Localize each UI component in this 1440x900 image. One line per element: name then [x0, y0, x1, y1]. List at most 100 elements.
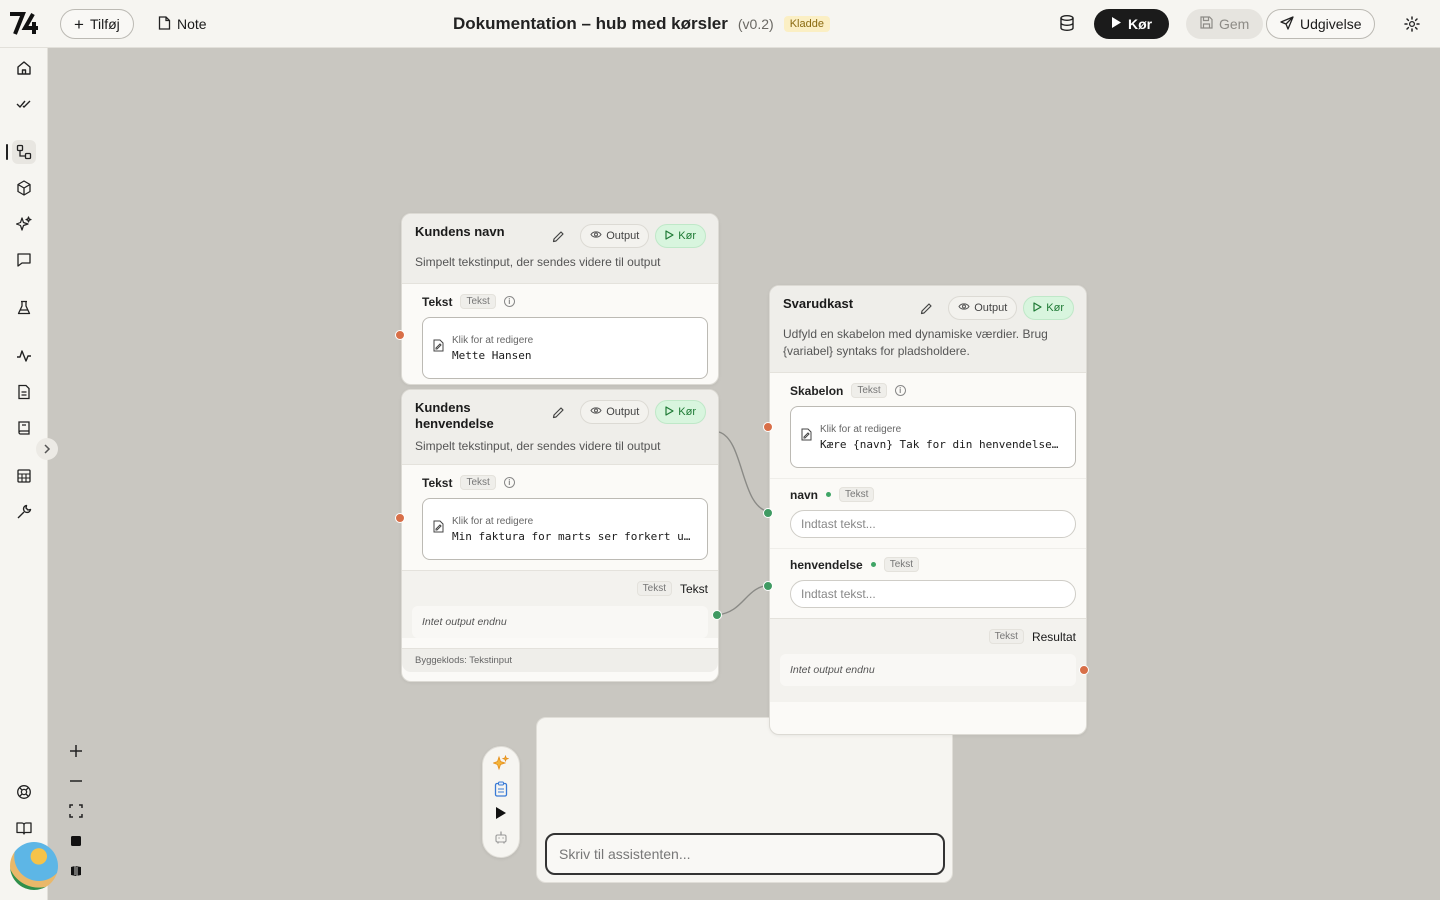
input-port[interactable]	[395, 513, 405, 523]
add-button-label: Tilføj	[89, 16, 120, 32]
input-port[interactable]	[395, 330, 405, 340]
top-bar: + Tilføj Note Dokumentation – hub med kø…	[0, 0, 1440, 48]
plus-icon: +	[74, 14, 84, 34]
text-field: Tekst Tekst i Klik for at redigere Min f…	[402, 465, 718, 570]
info-icon[interactable]: i	[503, 477, 515, 488]
check-icon[interactable]	[12, 92, 36, 116]
output-port[interactable]	[1079, 665, 1089, 675]
template-value: Kære {navn} Tak for din henvendelse…	[820, 437, 1059, 451]
run-label: Kør	[678, 230, 696, 242]
zoom-in-icon[interactable]	[60, 736, 92, 766]
node-description: Simpelt tekstinput, der sendes videre ti…	[415, 255, 661, 269]
output-label: Output	[606, 230, 640, 242]
variable-field-henvendelse: henvendelse Tekst Indtast tekst...	[770, 548, 1086, 618]
node-title[interactable]: Kundens henvendelse	[415, 400, 525, 432]
play-icon[interactable]	[495, 806, 507, 825]
file-edit-icon	[433, 339, 444, 357]
book-icon[interactable]	[12, 416, 36, 440]
robot-icon[interactable]	[494, 830, 508, 849]
node-customer-inquiry[interactable]: Kundens henvendelse Output Kør Simpelt t…	[395, 389, 722, 682]
assistant-panel: Skriv til assistenten...	[536, 717, 953, 883]
edit-hint: Klik for at redigere	[820, 423, 902, 435]
field-value: Min faktura for marts ser forkert u…	[452, 529, 691, 543]
sidebar-expand-chevron-icon[interactable]	[36, 438, 58, 460]
stop-icon[interactable]	[60, 826, 92, 856]
sparkles-icon[interactable]	[492, 755, 510, 776]
no-output-text: Intet output endnu	[780, 654, 1076, 686]
node-header: Kundens navn Output Kør Simpelt tekstinp…	[402, 214, 718, 284]
sparkles-icon[interactable]	[12, 212, 36, 236]
template-edit-box[interactable]: Klik for at redigere Kære {navn} Tak for…	[790, 406, 1076, 468]
lifebuoy-icon[interactable]	[12, 780, 36, 804]
info-icon[interactable]: i	[503, 296, 515, 307]
connected-dot-icon	[826, 492, 832, 497]
henvendelse-input-port[interactable]	[763, 581, 773, 591]
field-label: Skabelon	[790, 383, 844, 398]
variable-label: navn	[790, 487, 819, 502]
page-title[interactable]: Dokumentation – hub med kørsler	[453, 14, 728, 34]
eye-icon	[590, 230, 602, 242]
send-icon	[1280, 15, 1294, 33]
edit-pencil-icon[interactable]	[916, 298, 936, 318]
template-input-port[interactable]	[763, 422, 773, 432]
settings-gear-icon[interactable]	[1402, 14, 1422, 34]
chat-icon[interactable]	[12, 248, 36, 272]
publish-button[interactable]: Udgivelse	[1266, 9, 1376, 39]
text-edit-box[interactable]: Klik for at redigere Mette Hansen	[422, 317, 708, 379]
node-description: Udfyld en skabelon med dynamiske værdier…	[783, 327, 1048, 358]
output-toggle-button[interactable]: Output	[948, 296, 1018, 320]
assistant-toolbar	[482, 746, 520, 858]
add-button[interactable]: + Tilføj	[60, 9, 134, 39]
note-button[interactable]: Note	[144, 9, 221, 39]
minimap-icon[interactable]	[60, 856, 92, 886]
node-customer-name[interactable]: Kundens navn Output Kør Simpelt tekstinp…	[395, 213, 719, 385]
zoom-out-icon[interactable]	[60, 766, 92, 796]
file-edit-icon	[801, 428, 812, 446]
no-output-text: Intet output endnu	[412, 606, 708, 638]
clipboard-icon[interactable]	[494, 781, 508, 802]
output-toggle-button[interactable]: Output	[580, 400, 650, 424]
node-run-button[interactable]: Kør	[655, 400, 706, 424]
output-toggle-button[interactable]: Output	[580, 224, 650, 248]
publish-button-label: Udgivelse	[1300, 16, 1362, 32]
field-type-tag: Tekst	[851, 383, 887, 398]
field-type-tag: Tekst	[883, 557, 920, 572]
document-icon[interactable]	[12, 380, 36, 404]
assistant-input[interactable]: Skriv til assistenten...	[545, 833, 945, 875]
navn-input-port[interactable]	[763, 508, 773, 518]
save-icon	[1200, 16, 1213, 32]
edit-pencil-icon[interactable]	[548, 226, 568, 246]
flask-icon[interactable]	[12, 296, 36, 320]
output-section: Tekst Resultat Intet output endnu	[770, 618, 1086, 702]
table-icon[interactable]	[12, 464, 36, 488]
run-label: Kør	[678, 406, 696, 418]
note-icon	[158, 15, 171, 33]
cube-icon[interactable]	[12, 176, 36, 200]
canvas-controls	[60, 736, 92, 886]
node-run-button[interactable]: Kør	[655, 224, 706, 248]
open-book-icon[interactable]	[12, 816, 36, 840]
home-icon[interactable]	[12, 56, 36, 80]
user-avatar[interactable]	[10, 842, 58, 890]
node-run-button[interactable]: Kør	[1023, 296, 1074, 320]
app-logo[interactable]	[0, 0, 48, 48]
navn-input[interactable]: Indtast tekst...	[790, 510, 1076, 538]
save-button[interactable]: Gem	[1186, 9, 1264, 39]
text-edit-box[interactable]: Klik for at redigere Min faktura for mar…	[422, 498, 708, 560]
wrench-icon[interactable]	[12, 500, 36, 524]
info-icon[interactable]: i	[894, 385, 906, 396]
edit-pencil-icon[interactable]	[548, 402, 568, 422]
connected-dot-icon	[870, 562, 876, 567]
henvendelse-input[interactable]: Indtast tekst...	[790, 580, 1076, 608]
database-icon[interactable]	[1058, 14, 1078, 34]
flow-icon[interactable]	[6, 140, 36, 164]
run-workflow-button[interactable]: Kør	[1094, 9, 1170, 39]
output-port[interactable]	[712, 610, 722, 620]
node-reply-draft[interactable]: Svarudkast Output Kør Udfyld en skabelon…	[763, 285, 1089, 735]
activity-icon[interactable]	[12, 344, 36, 368]
run-label: Kør	[1046, 302, 1064, 314]
field-type-tag: Tekst	[839, 487, 875, 502]
field-label: Tekst	[422, 294, 453, 309]
fit-view-icon[interactable]	[60, 796, 92, 826]
variable-field-navn: navn Tekst Indtast tekst...	[770, 478, 1086, 548]
